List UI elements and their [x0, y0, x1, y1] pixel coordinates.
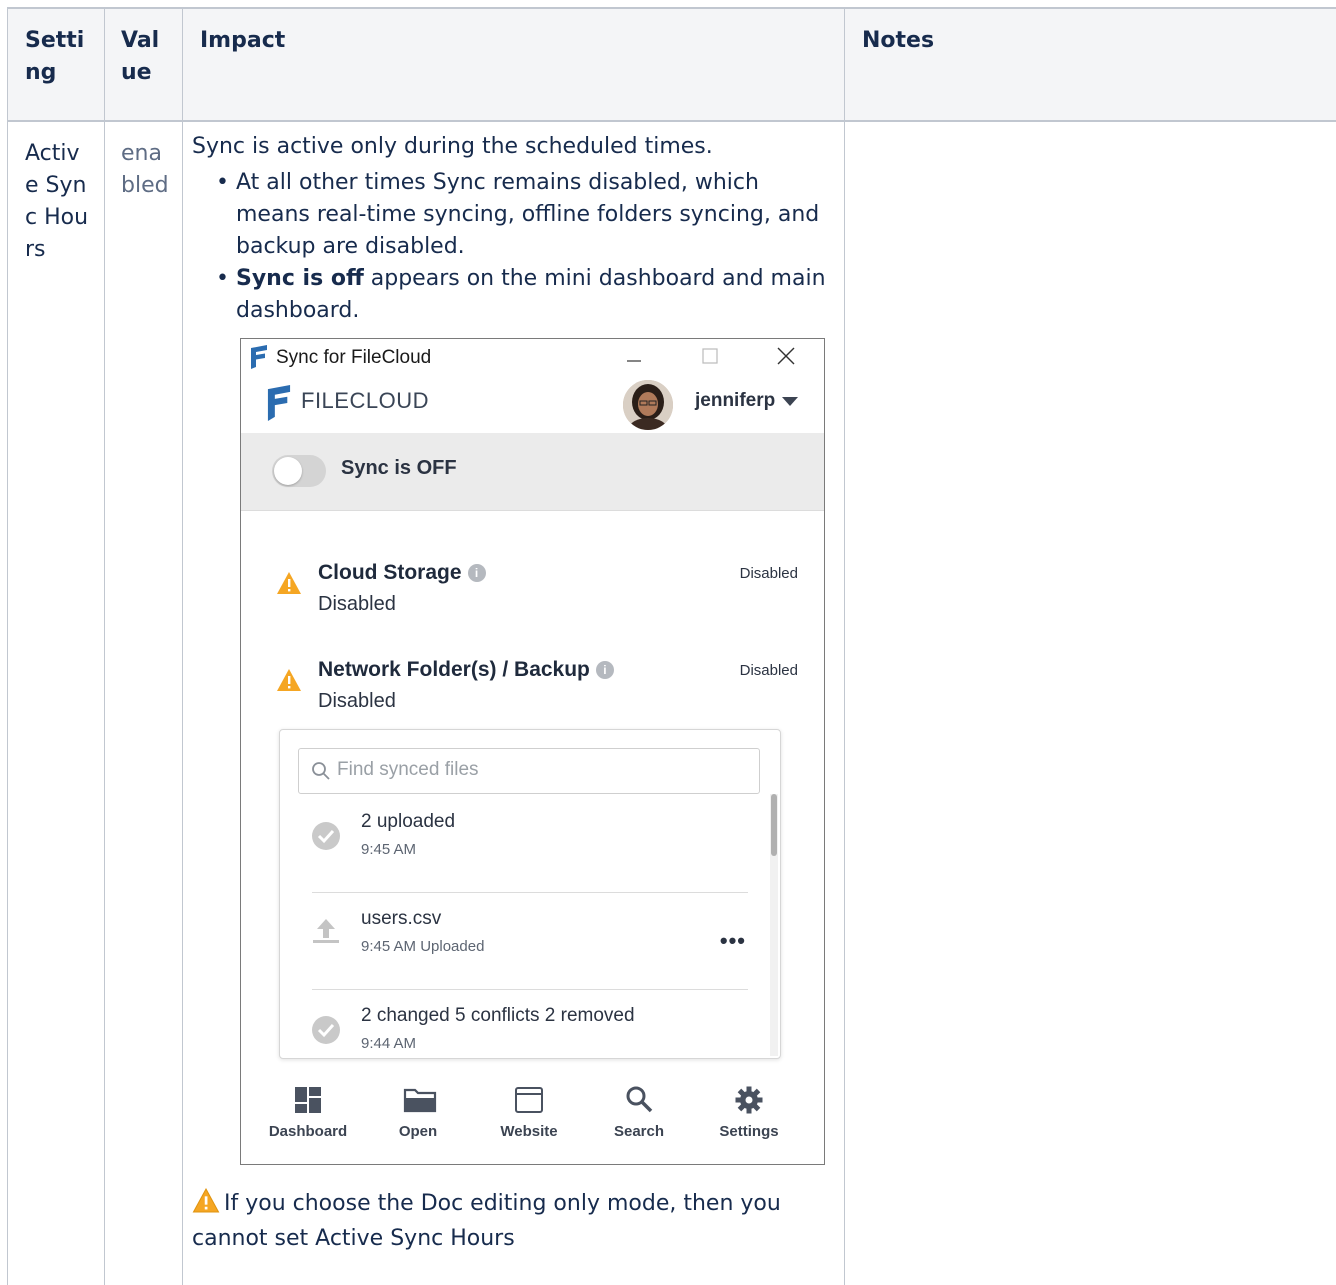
nav-label: Open — [398, 1123, 438, 1140]
brand-wordmark: FILECLOUD — [301, 388, 429, 413]
sync-status-bar: Sync is OFF — [241, 433, 824, 511]
nav-dashboard[interactable]: Dashboard — [253, 1075, 363, 1155]
window-titlebar: Sync for FileCloud — [241, 339, 824, 373]
activity-time: 9:45 AM Uploaded — [361, 938, 485, 955]
impact-bullets: At all other times Sync remains disabled… — [214, 167, 832, 327]
impact-bullet-text: At all other times Sync remains disabled… — [236, 170, 820, 259]
sync-window-screenshot: Sync for FileCloud FILECLOUD jenniferp S… — [240, 338, 825, 1165]
section-title-text: Network Folder(s) / Backup — [318, 658, 590, 681]
activity-row[interactable]: 2 changed 5 conflicts 2 removed 9:44 AM — [280, 991, 760, 1058]
nav-settings[interactable]: Settings — [694, 1075, 804, 1155]
activity-title: users.csv — [361, 908, 442, 929]
warning-icon — [276, 668, 302, 697]
gear-icon — [734, 1085, 764, 1115]
search-icon — [624, 1085, 654, 1115]
header-impact: Impact — [200, 28, 286, 53]
info-icon[interactable]: i — [595, 661, 614, 679]
warning-note-text: If you choose the Doc editing only mode,… — [192, 1191, 781, 1251]
cell-impact: Sync is active only during the scheduled… — [192, 131, 832, 327]
filecloud-brand-icon — [265, 385, 293, 426]
section-status: Disabled — [739, 565, 798, 582]
activity-row[interactable]: 2 uploaded 9:45 AM — [280, 797, 760, 893]
activity-row[interactable]: users.csv 9:45 AM Uploaded ••• — [280, 894, 760, 990]
avatar[interactable] — [623, 380, 673, 430]
close-icon[interactable] — [771, 343, 801, 369]
network-folder-section: Network Folder(s) / Backup i Disabled Dis… — [241, 658, 824, 728]
warning-note: If you choose the Doc editing only mode,… — [192, 1187, 832, 1255]
sync-toggle[interactable] — [272, 455, 326, 487]
nav-website[interactable]: Website — [474, 1075, 584, 1155]
toggle-knob — [274, 457, 302, 485]
header-notes: Notes — [862, 28, 935, 53]
brand-row: FILECLOUD jenniferp — [241, 375, 824, 431]
row-divider — [312, 892, 748, 893]
check-circle-icon — [311, 821, 341, 856]
window-title: Sync for FileCloud — [276, 347, 432, 368]
table-top-border — [7, 7, 1336, 9]
header-setting: Setting — [25, 28, 85, 85]
impact-intro: Sync is active only during the scheduled… — [192, 134, 713, 159]
table-col-border — [7, 7, 8, 1285]
section-title-text: Cloud Storage — [318, 561, 462, 584]
warning-icon — [192, 1187, 220, 1223]
nav-open[interactable]: Open — [363, 1075, 473, 1155]
nav-label: Settings — [719, 1123, 779, 1140]
activity-time: 9:45 AM — [361, 841, 417, 858]
activity-title: 2 changed 5 conflicts 2 removed — [361, 1005, 635, 1026]
nav-label: Search — [613, 1123, 665, 1140]
row-divider — [312, 989, 748, 990]
section-title: Network Folder(s) / Backup i — [318, 658, 614, 682]
username[interactable]: jenniferp — [695, 390, 775, 412]
minimize-icon[interactable] — [619, 343, 649, 369]
nav-search[interactable]: Search — [584, 1075, 694, 1155]
bottom-nav: Dashboard Open Website Search Settings — [241, 1075, 824, 1155]
scrollbar-thumb[interactable] — [771, 794, 777, 856]
folder-icon — [403, 1085, 437, 1115]
upload-icon — [311, 916, 341, 951]
section-subtitle: Disabled — [318, 690, 396, 712]
cell-value: enabled — [121, 141, 169, 198]
cloud-storage-section: Cloud Storage i Disabled Disabled — [241, 561, 824, 631]
impact-bullet: Sync is off appears on the mini dashboar… — [214, 263, 832, 327]
search-icon — [311, 761, 331, 786]
maximize-icon[interactable] — [695, 343, 725, 369]
impact-bullet-bold: Sync is off — [236, 266, 364, 291]
warning-icon — [276, 571, 302, 600]
chevron-down-icon[interactable] — [782, 397, 798, 406]
activity-time: 9:44 AM — [361, 1035, 417, 1052]
filecloud-logo-icon — [249, 345, 269, 374]
table-col-border — [182, 7, 183, 1285]
info-icon[interactable]: i — [467, 564, 486, 582]
nav-label: Dashboard — [268, 1123, 348, 1140]
sync-status-label: Sync is OFF — [341, 457, 457, 479]
section-status: Disabled — [739, 662, 798, 679]
header-value: Value — [121, 28, 160, 85]
cell-setting: Active Sync Hours — [25, 141, 89, 262]
search-placeholder: Find synced files — [337, 759, 479, 780]
table-col-border — [104, 7, 105, 1285]
activity-panel: Find synced files 2 uploaded 9:45 AM use… — [279, 729, 781, 1059]
section-subtitle: Disabled — [318, 593, 396, 615]
scrollbar[interactable] — [770, 794, 778, 1056]
browser-window-icon — [514, 1085, 544, 1115]
check-circle-icon — [311, 1015, 341, 1050]
section-title: Cloud Storage i — [318, 561, 486, 585]
impact-bullet: At all other times Sync remains disabled… — [214, 167, 832, 263]
nav-label: Website — [500, 1123, 558, 1140]
more-options-icon[interactable]: ••• — [720, 928, 746, 954]
table-header-border — [7, 120, 1336, 122]
search-input[interactable]: Find synced files — [298, 748, 760, 794]
activity-title: 2 uploaded — [361, 811, 456, 832]
table-col-border — [844, 7, 845, 1285]
dashboard-icon — [293, 1085, 323, 1115]
